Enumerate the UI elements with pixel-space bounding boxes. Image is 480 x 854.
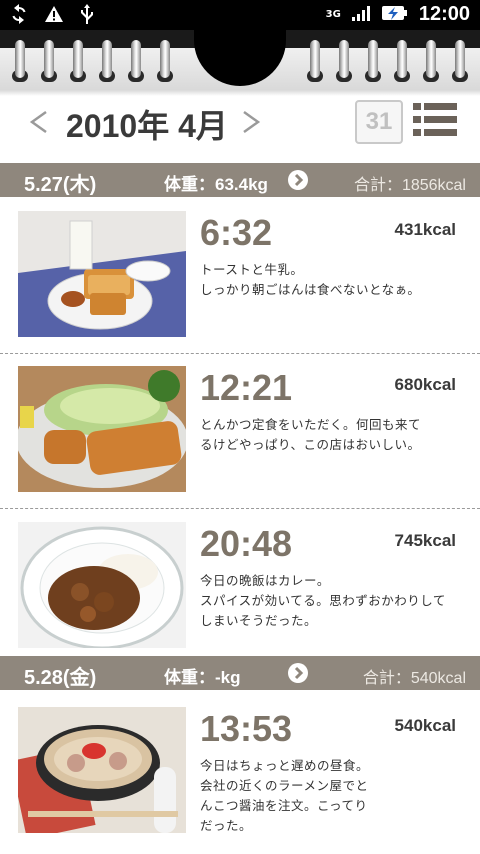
meal-entry[interactable]: 20:48 745kcal 今日の晩飯はカレー。 スパイスが効いてる。思わずおか… [0, 509, 480, 664]
meal-time: 20:48 [200, 523, 293, 564]
day-date: 5.28(金) [24, 667, 97, 689]
meal-kcal: 745kcal [394, 531, 456, 550]
meal-note-text: 今日の晩飯はカレー。 スパイスが効いてる。思わずおかわりして しまいそうだった。 [200, 573, 446, 628]
warning-icon [44, 5, 64, 27]
network-type: 3G [325, 8, 341, 20]
day-total: 合計：540kcal [362, 670, 466, 687]
usb-icon [80, 4, 94, 28]
chevron-left-icon[interactable] [28, 110, 50, 134]
meal-photo [18, 366, 186, 492]
day-weight: 体重：63.4kg [164, 175, 268, 194]
arrow-right-circle-icon[interactable] [288, 663, 308, 683]
sync-icon [10, 4, 28, 28]
meal-time: 13:53 [200, 708, 293, 749]
status-bar: 3G 12:00 [0, 0, 480, 30]
meal-entry[interactable]: 6:32 431kcal トーストと牛乳。 しっかり朝ごはんは食べないとなぁ。 [0, 198, 480, 354]
meal-photo [18, 211, 186, 337]
meal-note-text: とんかつ定食をいただく。何回も来て るけどやっぱり、この店はおいしい。 [200, 417, 422, 452]
clock: 12:00 [418, 3, 470, 25]
battery-charging-icon [381, 4, 409, 26]
month-title: 2010年 4月 [66, 108, 228, 144]
chevron-right-icon[interactable] [240, 110, 262, 134]
day-date: 5.27(木) [24, 174, 97, 196]
meal-note: 今日の晩飯はカレー。 スパイスが効いてる。思わずおかわりして しまいそうだった。 [200, 571, 470, 631]
meal-note-text: 今日はちょっと遅めの昼食。 会社の近くのラーメン屋でと んこつ醤油を注文。こって… [200, 758, 370, 833]
meal-kcal: 540kcal [394, 716, 456, 735]
arrow-right-circle-icon[interactable] [288, 170, 308, 190]
meal-note: 今日はちょっと遅めの昼食。 会社の近くのラーメン屋でと んこつ醤油を注文。こって… [200, 756, 400, 836]
month-navigation: 2010年 4月 31 [0, 96, 480, 162]
day-weight: 体重：-kg [164, 668, 241, 687]
day-header[interactable]: 5.27(木) 体重：63.4kg 合計：1856kcal [0, 163, 480, 197]
meal-photo [18, 707, 186, 833]
calendar-view-button[interactable]: 31 [355, 100, 403, 144]
meal-note: トーストと牛乳。 しっかり朝ごはんは食べないとなぁ。 [200, 260, 470, 300]
meal-note-text: トーストと牛乳。 しっかり朝ごはんは食べないとなぁ。 [200, 262, 421, 297]
binder-notch [194, 30, 286, 86]
signal-icon [351, 4, 371, 26]
meal-time: 6:32 [200, 212, 273, 253]
meal-entry[interactable]: 12:21 680kcal とんかつ定食をいただく。何回も来て るけどやっぱり、… [0, 353, 480, 509]
day-total: 合計：1856kcal [353, 177, 466, 194]
day-header[interactable]: 5.28(金) 体重：-kg 合計：540kcal [0, 656, 480, 690]
binder-rings [0, 30, 480, 96]
meal-kcal: 680kcal [394, 375, 456, 394]
meal-kcal: 431kcal [394, 220, 456, 239]
list-view-icon[interactable] [413, 102, 457, 138]
meal-entry[interactable]: 13:53 540kcal 今日はちょっと遅めの昼食。 会社の近くのラーメン屋で… [0, 694, 480, 854]
meal-note: とんかつ定食をいただく。何回も来て るけどやっぱり、この店はおいしい。 [200, 415, 470, 455]
meal-time: 12:21 [200, 367, 293, 408]
meal-photo [18, 522, 186, 648]
